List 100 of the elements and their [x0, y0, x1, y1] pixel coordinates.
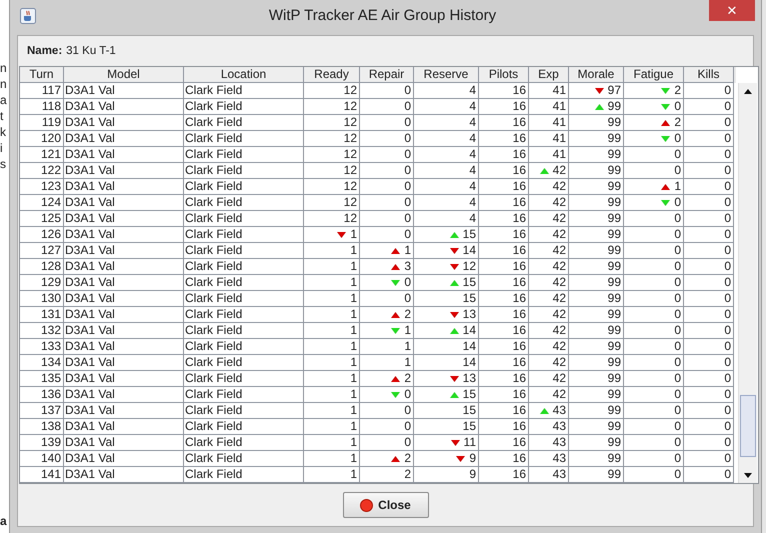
column-header[interactable]: Exp	[529, 67, 569, 83]
table-cell: 0	[360, 179, 414, 195]
table-cell: 0	[360, 419, 414, 435]
table-cell: 42	[529, 275, 569, 291]
table-cell: 16	[479, 211, 529, 227]
table-cell: D3A1 Val	[64, 307, 184, 323]
table-cell: 129	[20, 275, 64, 291]
table-cell: 12	[304, 115, 360, 131]
table-cell: 0	[360, 227, 414, 243]
table-cell: 14	[414, 355, 479, 371]
table-cell: Clark Field	[184, 467, 304, 483]
table-cell: 1	[360, 355, 414, 371]
table-cell: 42	[529, 291, 569, 307]
table-cell: Clark Field	[184, 339, 304, 355]
table-cell: 99	[569, 195, 624, 211]
table-cell: 0	[684, 451, 734, 467]
table-cell: 16	[479, 371, 529, 387]
table-cell: 16	[479, 227, 529, 243]
table-cell: 0	[624, 323, 684, 339]
table-cell: 16	[479, 243, 529, 259]
column-header[interactable]: Turn	[20, 67, 64, 83]
table-cell: 1	[304, 403, 360, 419]
table-cell: Clark Field	[184, 355, 304, 371]
column-header[interactable]: Reserve	[414, 67, 479, 83]
table-cell: D3A1 Val	[64, 179, 184, 195]
table-cell: 0	[360, 99, 414, 115]
table-cell: 16	[479, 355, 529, 371]
table-cell: 140	[20, 451, 64, 467]
table-cell: 14	[462, 243, 476, 258]
table-cell: D3A1 Val	[64, 83, 184, 99]
table-cell: Clark Field	[184, 259, 304, 275]
table-cell: 1	[674, 179, 681, 194]
table-cell: 42	[552, 163, 566, 178]
table-cell: D3A1 Val	[64, 419, 184, 435]
table-cell: 1	[304, 355, 360, 371]
table-cell: 15	[414, 291, 479, 307]
background-text: n	[0, 60, 8, 76]
table-cell: 1	[304, 291, 360, 307]
table-cell: 16	[479, 195, 529, 211]
table-cell: 16	[479, 387, 529, 403]
table-cell: Clark Field	[184, 227, 304, 243]
table-cell: 0	[360, 147, 414, 163]
table-cell: 0	[684, 355, 734, 371]
column-header[interactable]: Repair	[360, 67, 414, 83]
up-arrow-icon[interactable]	[744, 88, 752, 94]
scrollbar[interactable]	[738, 83, 757, 483]
table-cell: 42	[529, 227, 569, 243]
table-cell: 99	[569, 115, 624, 131]
table-cell: 0	[360, 435, 414, 451]
table-cell: Clark Field	[184, 323, 304, 339]
table-cell: D3A1 Val	[64, 387, 184, 403]
close-button[interactable]: Close	[342, 492, 428, 518]
column-header[interactable]: Fatigue	[624, 67, 684, 83]
table-cell: 12	[304, 179, 360, 195]
table-cell: 0	[360, 131, 414, 147]
column-header[interactable]: Pilots	[479, 67, 529, 83]
scroll-thumb[interactable]	[740, 395, 756, 457]
background-text: a	[0, 513, 8, 529]
table-cell: D3A1 Val	[64, 323, 184, 339]
table-cell: 0	[684, 163, 734, 179]
table-cell: 132	[20, 323, 64, 339]
table-cell: 0	[624, 435, 684, 451]
table-cell: 16	[479, 419, 529, 435]
table-cell: 1	[404, 323, 411, 338]
table-cell: 99	[569, 371, 624, 387]
column-header[interactable]: Ready	[304, 67, 360, 83]
table-cell: 0	[404, 275, 411, 290]
table-cell: 137	[20, 403, 64, 419]
table-cell: 99	[569, 179, 624, 195]
table-cell: 0	[684, 115, 734, 131]
cup-icon	[20, 8, 36, 24]
table-cell: 4	[414, 163, 479, 179]
table-cell: 99	[569, 387, 624, 403]
table-cell: D3A1 Val	[64, 227, 184, 243]
column-header[interactable]: Kills	[684, 67, 734, 83]
table-cell: 2	[404, 307, 411, 322]
table-cell: 16	[479, 131, 529, 147]
table-cell: 120	[20, 131, 64, 147]
table-cell: 4	[414, 179, 479, 195]
column-header[interactable]: Location	[184, 67, 304, 83]
table-cell: 0	[684, 387, 734, 403]
table-cell: D3A1 Val	[64, 211, 184, 227]
table-cell: 4	[414, 99, 479, 115]
table-cell: 122	[20, 163, 64, 179]
background-text: k	[0, 124, 7, 140]
table-cell: 12	[304, 83, 360, 99]
down-arrow-icon[interactable]	[744, 472, 752, 478]
column-header[interactable]: Model	[64, 67, 184, 83]
table-cell: Clark Field	[184, 451, 304, 467]
table-cell: 12	[304, 163, 360, 179]
close-button[interactable]: ✕	[709, 0, 755, 21]
table-cell: 0	[684, 243, 734, 259]
table-cell: D3A1 Val	[64, 291, 184, 307]
table-cell: 135	[20, 371, 64, 387]
table-cell: D3A1 Val	[64, 403, 184, 419]
table-cell: 14	[462, 323, 476, 338]
table-cell: 0	[360, 163, 414, 179]
table-cell: 99	[569, 419, 624, 435]
column-header[interactable]: Morale	[569, 67, 624, 83]
table-cell: 1	[304, 243, 360, 259]
